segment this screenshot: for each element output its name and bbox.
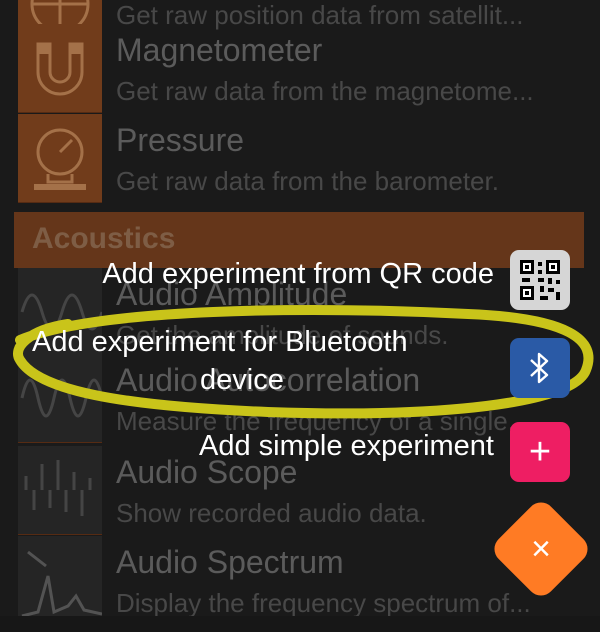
add-bluetooth-label-line1[interactable]: Add experiment for Bluetooth	[32, 326, 408, 359]
add-bluetooth-label-line2[interactable]: device	[200, 364, 284, 397]
qr-code-icon	[520, 260, 560, 300]
add-from-qr-label[interactable]: Add experiment from QR code	[102, 258, 494, 291]
add-simple-button[interactable]: +	[510, 422, 570, 482]
qr-code-button[interactable]	[510, 250, 570, 310]
plus-icon: +	[528, 431, 552, 473]
navigation-bar	[0, 616, 600, 632]
bluetooth-button[interactable]	[510, 338, 570, 398]
bluetooth-icon	[530, 352, 549, 384]
add-simple-label[interactable]: Add simple experiment	[199, 430, 494, 463]
